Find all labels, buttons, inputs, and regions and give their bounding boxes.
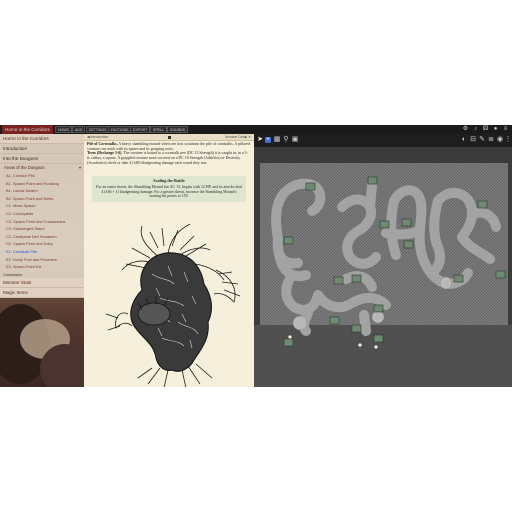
nav-subitem-selected[interactable]: E1. Cornstalk Pile [0, 248, 84, 256]
token[interactable] [379, 220, 390, 229]
token[interactable] [477, 200, 488, 209]
nav-item-monster-stats[interactable]: Monster Stats [0, 278, 84, 289]
scaling-callout: Scaling the Battle For an easier threat,… [92, 175, 246, 202]
nav-subitem[interactable]: A1. Corridor Pits [0, 172, 84, 180]
nav-subitem[interactable]: E3. Spawn Point Ext [0, 263, 84, 271]
page-marker-icon [168, 135, 171, 139]
layers-icon[interactable]: ≣ [487, 136, 495, 144]
music-icon[interactable]: ♪ [472, 126, 479, 133]
rock-shape [40, 344, 90, 387]
nav-subitem[interactable]: C1. Moss Spawn [0, 202, 84, 210]
grid-icon[interactable]: ▦ [273, 136, 281, 144]
image-icon[interactable]: ▣ [291, 136, 299, 144]
paragraph: Trees (Recharge 5-6). The creature is bo… [87, 151, 251, 165]
fog-icon[interactable]: ◐ [460, 136, 468, 144]
nav-subitem[interactable]: B2. Spawn Point and Webs [0, 195, 84, 203]
token[interactable] [495, 270, 506, 279]
token[interactable] [373, 334, 384, 343]
toolbar-button-settings[interactable]: SETTINGS [86, 126, 110, 133]
breadcrumb[interactable]: ◀ Introduction [87, 134, 108, 140]
top-toolbar: Horror in the Corridors HOWS ADD SETTING… [0, 125, 512, 134]
chevron-down-icon: ▾ [78, 165, 81, 170]
toolbar-button-sounds[interactable]: SOUNDS [167, 126, 188, 133]
ruler-icon[interactable]: ⊟ [469, 136, 477, 144]
dice-icon[interactable]: ⚄ [482, 126, 489, 133]
battle-map[interactable] [254, 147, 512, 387]
nav-item-conclusion[interactable]: Conclusion [0, 271, 84, 279]
menu-icon[interactable]: ⋮ [504, 136, 512, 144]
token[interactable] [401, 218, 412, 227]
paragraph-title: Trees (Recharge 5-6). [87, 151, 123, 156]
paragraph-title: Pile of Cornstalks. [87, 142, 118, 146]
nav-subitem[interactable]: B1. Spawn Point and Roosting [0, 180, 84, 188]
callout-body: For an easier threat, the Shambling Moun… [96, 185, 242, 199]
nav-subitem[interactable]: D2. Spawn Point and Dairy [0, 240, 84, 248]
token[interactable] [373, 304, 384, 313]
lower-floor [254, 325, 512, 387]
toolbar-button-add[interactable]: ADD [72, 126, 86, 133]
paragraph: Pile of Cornstalks. A heavy shambling mo… [87, 142, 251, 151]
nav-subhead-areas[interactable]: Areas of the Dungeon ▾ [0, 164, 84, 172]
camera-icon[interactable]: ◉ [496, 136, 504, 144]
menu-icon[interactable]: ≡ [502, 126, 509, 133]
gear-icon[interactable]: ⚙ [462, 126, 469, 133]
nav-item-introduction[interactable]: Introduction [0, 144, 84, 154]
token[interactable] [453, 274, 464, 283]
document-header: ◀ Introduction Monster Dat ▶ ✕ [84, 134, 254, 141]
next-page-link[interactable]: Monster Dat ▶ ✕ [225, 134, 251, 140]
map-toolbar: ➤ + ▦ ⚲ ▣ ◐ ⊟ ✎ ≣ ◉ ⋮ [254, 134, 512, 147]
nav-item-magic-items[interactable]: Magic Items [0, 288, 84, 299]
nav-subitem[interactable]: C3. Submerged Stand [0, 225, 84, 233]
token[interactable] [283, 338, 294, 347]
token[interactable] [403, 240, 414, 249]
token[interactable] [351, 324, 362, 333]
add-icon[interactable]: + [265, 137, 271, 143]
search-icon[interactable]: ⚲ [282, 136, 290, 144]
user-icon[interactable]: ● [492, 126, 499, 133]
callout-title: Scaling the Battle [153, 177, 185, 183]
token[interactable] [367, 176, 378, 185]
token[interactable] [333, 276, 344, 285]
token[interactable] [329, 316, 340, 325]
token[interactable] [305, 182, 316, 191]
app-title[interactable]: Horror in the Corridors [2, 125, 53, 134]
toolbar-button-hows[interactable]: HOWS [55, 126, 72, 133]
dungeon-map[interactable] [254, 147, 512, 387]
toolbar-button-factions[interactable]: FACTIONS [108, 126, 132, 133]
nav-subitem[interactable]: C3. Spawn Point and Crustaceans [0, 218, 84, 226]
nav-subitem[interactable]: C2. Centipede Dell Hoodmen [0, 233, 84, 241]
monster-claw [137, 302, 171, 326]
nav-item-title[interactable]: Horror in the Corridors [0, 134, 84, 144]
document-pane: ◀ Introduction Monster Dat ▶ ✕ Pile of C… [84, 134, 254, 387]
token[interactable] [351, 274, 362, 283]
monster-illustration [105, 223, 241, 387]
chapter-sidebar: Horror in the Corridors Introduction Int… [0, 134, 84, 299]
document-body: Pile of Cornstalks. A heavy shambling mo… [84, 141, 254, 167]
pen-icon[interactable]: ✎ [478, 136, 486, 144]
toolbar-button-export[interactable]: EXPORT [130, 126, 151, 133]
token[interactable] [283, 236, 294, 245]
nav-subitem[interactable]: C2. Colonyalias [0, 210, 84, 218]
nav-subhead-label: Areas of the Dungeon [4, 165, 45, 170]
toolbar-button-spell[interactable]: SPELL [150, 126, 167, 133]
nav-subitem[interactable]: B1. Locust Swarm [0, 187, 84, 195]
vtt-app: Horror in the Corridors HOWS ADD SETTING… [0, 125, 512, 387]
nav-subitem[interactable]: E2. Holdy Pole and Prisoners [0, 256, 84, 264]
nav-item-into-the-dungeon[interactable]: Into the Dungeon [0, 154, 84, 164]
